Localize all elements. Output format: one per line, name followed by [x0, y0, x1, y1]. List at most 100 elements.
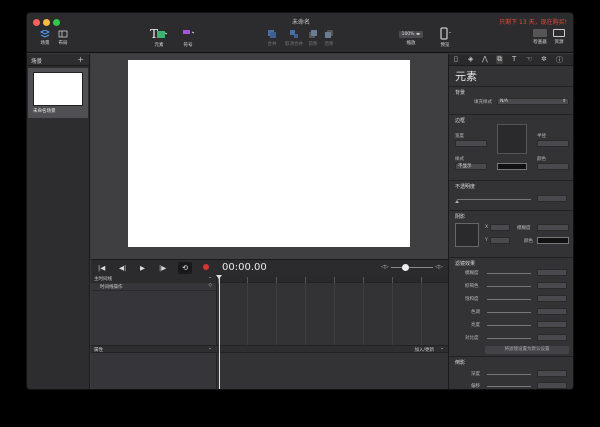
timeline-zoom-knob[interactable] — [402, 264, 409, 271]
filter-sepia-field[interactable] — [537, 282, 567, 289]
scene-tab-icon[interactable]: ◈ — [468, 55, 473, 63]
keyframe-diamond-icon[interactable]: ◇ — [209, 283, 212, 288]
main-timeline-row[interactable]: 主时间线 ⌄ — [91, 275, 216, 283]
element-tab-icon[interactable]: ⧉ — [496, 55, 503, 64]
scenes-toolbar-button[interactable]: 场景 — [37, 30, 53, 46]
filter-hue-field[interactable] — [537, 308, 567, 315]
zoom-out-icon[interactable]: ◁▷ — [381, 264, 389, 270]
reflection-depth-field[interactable] — [537, 370, 567, 377]
opacity-field[interactable] — [537, 195, 567, 202]
reset-filters-button[interactable]: 将滤镜设置为默认设置 — [485, 346, 569, 354]
reflection-depth-slider[interactable] — [487, 374, 531, 375]
border-preview[interactable] — [497, 124, 527, 154]
timeline-zoom-slider[interactable] — [391, 267, 433, 268]
timeline-gridline — [247, 283, 248, 345]
window-title: 未命名 — [291, 19, 310, 26]
inspector-toolbar-button[interactable]: 检查器 — [531, 29, 549, 45]
filter-sepia-slider[interactable] — [487, 286, 531, 287]
timeline-dropdown-icon[interactable]: ⌄ — [208, 275, 212, 280]
svg-text:T: T — [150, 27, 158, 40]
properties-bar[interactable]: 属性 ⌄ 加入/更新 ⌄ — [91, 345, 448, 353]
add-update-dropdown-icon[interactable]: ⌄ — [440, 346, 444, 351]
elements-toolbar-button[interactable]: T 元素 — [147, 27, 171, 48]
scenes-toolbar-label: 场景 — [40, 41, 50, 46]
scene-item[interactable]: 未命名场景 — [28, 68, 88, 118]
timeline-gridline — [334, 283, 335, 345]
reflection-offset-slider[interactable] — [487, 386, 531, 387]
timeline-gridline — [363, 283, 364, 345]
add-update-keyframe[interactable]: 加入/更新 — [414, 347, 434, 353]
titlebar: 未命名 只剩下 13 天，现在购买! 场景 布局 T 元素 符号 合并 取消合并 — [27, 13, 573, 53]
step-forward-icon[interactable]: |▶ — [159, 264, 166, 272]
layout-toolbar-button[interactable]: 布局 — [55, 30, 71, 46]
shadow-y-field[interactable] — [490, 237, 510, 244]
border-style-select[interactable]: 不显示 — [455, 163, 487, 170]
properties-label: 属性 — [94, 348, 103, 353]
library-toolbar-button[interactable]: 资源 — [551, 29, 567, 45]
document-tab-icon[interactable]: ▯ — [454, 55, 458, 63]
filter-brightness-label: 亮度 — [471, 323, 480, 328]
zoom-label: 缩放 — [406, 41, 416, 46]
border-section: 边框 宽度 半径 样式 不显示 颜色 — [449, 114, 573, 179]
shadow-offset-grid[interactable] — [455, 223, 479, 247]
reflection-offset-field[interactable] — [537, 382, 567, 389]
background-section: 背景 填充样式 N/A ⇕ — [449, 86, 573, 113]
inspector-tabs: ▯ ◈ ⋀ ⧉ T ☜ ✲ ⓘ — [449, 54, 573, 66]
loop-icon[interactable]: ⟲ — [178, 262, 192, 274]
metrics-tab-icon[interactable]: ⋀ — [482, 55, 488, 63]
timeline-gridline — [392, 283, 393, 345]
shadow-x-field[interactable] — [490, 224, 510, 231]
background-title: 背景 — [455, 90, 466, 96]
filter-blur-slider[interactable] — [487, 273, 531, 274]
opacity-slider-knob[interactable] — [455, 200, 459, 203]
shadow-color-label: 颜色 — [524, 239, 533, 244]
add-scene-button[interactable]: + — [77, 55, 84, 64]
text-tab-icon[interactable]: T — [512, 55, 516, 63]
canvas-area — [91, 54, 448, 259]
reflection-depth-label: 深度 — [471, 372, 480, 377]
properties-dropdown-icon[interactable]: ⌄ — [208, 346, 212, 351]
shadow-color-swatch[interactable] — [537, 237, 569, 244]
record-icon[interactable] — [203, 264, 209, 270]
go-to-start-icon[interactable]: |◀ — [98, 264, 105, 272]
shadow-blur-field[interactable] — [537, 224, 569, 231]
step-back-icon[interactable]: ◀| — [119, 264, 126, 272]
unmerge-toolbar-label: 取消合并 — [285, 42, 303, 47]
actions-tab-icon[interactable]: ☜ — [526, 55, 532, 63]
filter-brightness-slider[interactable] — [487, 325, 531, 326]
filter-blur-field[interactable] — [537, 269, 567, 276]
filter-hue-slider[interactable] — [487, 312, 531, 313]
timeline-gridline — [276, 283, 277, 345]
border-color-field[interactable] — [537, 163, 569, 170]
filter-contrast-field[interactable] — [537, 334, 567, 341]
filter-saturation-slider[interactable] — [487, 299, 531, 300]
physics-tab-icon[interactable]: ✲ — [541, 55, 547, 63]
trial-banner[interactable]: 只剩下 13 天，现在购买! — [499, 17, 567, 26]
border-width-field[interactable] — [455, 140, 487, 147]
filter-brightness-field[interactable] — [537, 321, 567, 328]
play-icon[interactable]: ▶ — [140, 264, 145, 272]
border-color-swatch[interactable] — [497, 163, 527, 170]
scenes-sidebar: 场景 + 未命名场景 — [27, 54, 90, 389]
opacity-title: 不透明度 — [455, 184, 476, 190]
text-element-icon: T — [150, 27, 168, 40]
scene-canvas[interactable] — [128, 60, 410, 247]
info-tab-icon[interactable]: ⓘ — [556, 55, 563, 65]
filter-saturation-field[interactable] — [537, 295, 567, 302]
fill-style-select[interactable]: N/A ⇕ — [497, 98, 569, 105]
opacity-slider[interactable] — [457, 199, 531, 200]
filter-saturation-label: 饱和度 — [465, 297, 479, 302]
main-timeline-label: 主时间线 — [94, 277, 112, 282]
shadow-x-label: X — [485, 225, 489, 230]
preview-toolbar-button[interactable]: 预览 — [435, 27, 455, 48]
zoom-in-icon[interactable]: ◁▷ — [435, 264, 443, 270]
playhead[interactable] — [219, 275, 220, 389]
border-style-value: 不显示 — [458, 164, 472, 169]
symbols-toolbar-button[interactable]: 符号 — [177, 27, 199, 48]
timeline-actions-row[interactable]: 时间线操作 ◇ — [91, 283, 216, 291]
timeline-ruler[interactable] — [218, 275, 448, 283]
border-radius-field[interactable] — [537, 140, 569, 147]
zoom-field[interactable]: 100% ◂▸ — [399, 31, 423, 38]
filter-contrast-slider[interactable] — [487, 338, 531, 339]
zoom-control[interactable]: 100% ◂▸ 缩放 — [399, 31, 423, 46]
